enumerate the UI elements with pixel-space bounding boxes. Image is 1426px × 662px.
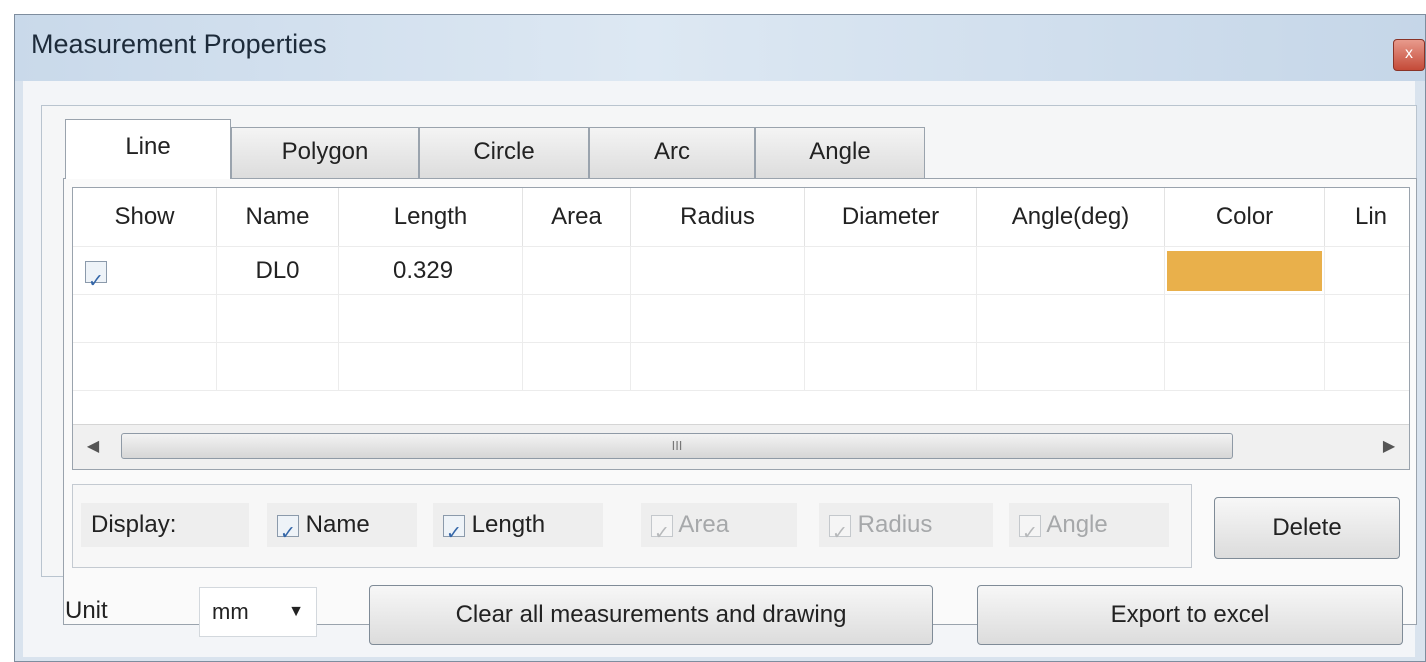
column-header-color[interactable]: Color — [1165, 188, 1325, 246]
unit-label: Unit — [65, 597, 108, 624]
scroll-grip-icon: III — [671, 438, 683, 453]
clear-all-button[interactable]: Clear all measurements and drawing — [369, 585, 933, 645]
unit-select[interactable]: mm ▼ — [199, 587, 317, 637]
display-length-checkbox[interactable] — [443, 512, 465, 556]
column-header-angle[interactable]: Angle(deg) — [977, 188, 1165, 246]
close-button[interactable]: x — [1393, 39, 1425, 71]
display-area-checkbox — [651, 512, 673, 556]
tab-circle[interactable]: Circle — [419, 127, 589, 179]
column-header-radius[interactable]: Radius — [631, 188, 805, 246]
scroll-left-icon[interactable]: ◀ — [73, 425, 113, 469]
delete-button[interactable]: Delete — [1214, 497, 1400, 559]
color-cell[interactable] — [1165, 247, 1325, 295]
show-checkbox[interactable] — [85, 258, 107, 306]
client-area: Line Polygon Circle Arc Angle Show Name … — [23, 81, 1417, 657]
table-row-empty — [73, 342, 1409, 391]
column-header-name[interactable]: Name — [217, 188, 339, 246]
scroll-right-icon[interactable]: ▶ — [1369, 425, 1409, 469]
horizontal-scrollbar[interactable]: ◀ III ▶ — [73, 424, 1409, 469]
name-cell: DL0 — [217, 247, 339, 295]
display-name-option[interactable]: Name — [267, 503, 417, 556]
close-icon: x — [1405, 45, 1413, 62]
display-options-group: Display: Name Length Area Radius — [72, 484, 1192, 568]
display-label: Display: — [81, 503, 249, 547]
column-header-line[interactable]: Lin — [1325, 188, 1409, 246]
table-row[interactable]: DL0 0.329 — [73, 246, 1409, 306]
angle-cell — [977, 247, 1165, 295]
display-name-checkbox[interactable] — [277, 512, 299, 556]
line-cell — [1325, 247, 1409, 295]
table-row-empty — [73, 294, 1409, 343]
column-header-length[interactable]: Length — [339, 188, 523, 246]
measurements-table[interactable]: Show Name Length Area Radius Diameter An… — [72, 187, 1410, 470]
color-swatch[interactable] — [1167, 251, 1322, 291]
tab-panel-line: Show Name Length Area Radius Diameter An… — [63, 178, 1417, 625]
display-area-option: Area — [641, 503, 797, 556]
export-to-excel-button[interactable]: Export to excel — [977, 585, 1403, 645]
column-header-show[interactable]: Show — [73, 188, 217, 246]
table-row-empty — [73, 390, 1409, 427]
chevron-down-icon[interactable]: ▼ — [288, 588, 304, 636]
display-length-option[interactable]: Length — [433, 503, 603, 556]
diameter-cell — [805, 247, 977, 295]
display-angle-checkbox — [1019, 512, 1041, 556]
show-cell[interactable] — [73, 247, 217, 306]
radius-cell — [631, 247, 805, 295]
tab-polygon[interactable]: Polygon — [231, 127, 419, 179]
tab-line[interactable]: Line — [65, 119, 231, 179]
length-cell: 0.329 — [339, 247, 523, 295]
column-header-diameter[interactable]: Diameter — [805, 188, 977, 246]
scroll-thumb[interactable]: III — [121, 433, 1233, 459]
window-title: Measurement Properties — [31, 29, 327, 59]
column-header-area[interactable]: Area — [523, 188, 631, 246]
display-angle-option: Angle — [1009, 503, 1169, 556]
tab-arc[interactable]: Arc — [589, 127, 755, 179]
title-bar[interactable]: Measurement Properties x — [15, 15, 1425, 81]
tab-angle[interactable]: Angle — [755, 127, 925, 179]
area-cell — [523, 247, 631, 295]
measurement-properties-dialog: Measurement Properties x Line Polygon Ci… — [14, 14, 1426, 662]
table-header: Show Name Length Area Radius Diameter An… — [73, 188, 1409, 246]
unit-value: mm — [212, 599, 249, 624]
display-radius-option: Radius — [819, 503, 993, 556]
display-radius-checkbox — [829, 512, 851, 556]
